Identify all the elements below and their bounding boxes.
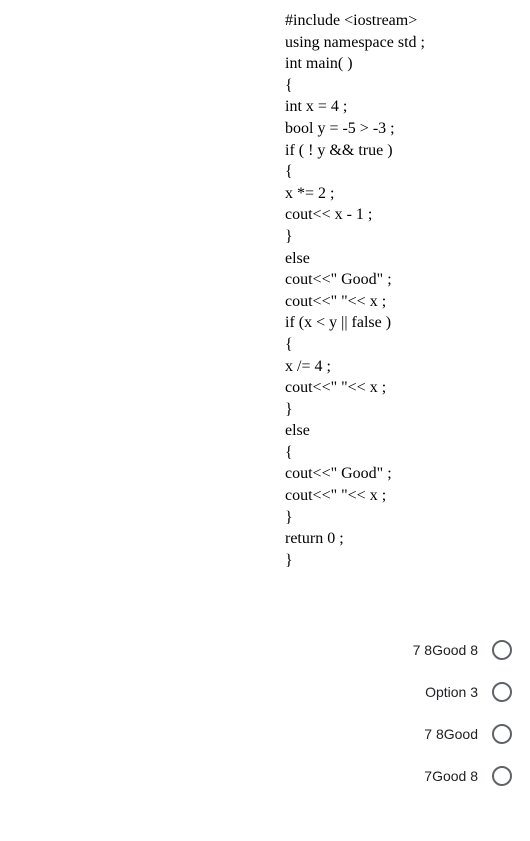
code-line: return 0 ;	[285, 530, 344, 547]
code-line: #include <iostream>	[285, 12, 417, 29]
code-line: else	[285, 422, 310, 439]
radio-icon[interactable]	[492, 682, 512, 702]
option-row[interactable]: 7 8Good 8	[413, 640, 512, 660]
code-line: }	[285, 552, 293, 569]
code-line: int main( )	[285, 55, 353, 72]
option-label: 7 8Good	[424, 726, 478, 742]
code-line: }	[285, 509, 293, 526]
option-label: 7Good 8	[424, 768, 478, 784]
code-line: if (x < y || false )	[285, 314, 391, 331]
code-line: int x = 4 ;	[285, 98, 347, 115]
code-line: cout<<" "<< x ;	[285, 487, 386, 504]
radio-icon[interactable]	[492, 724, 512, 744]
code-line: if ( ! y && true )	[285, 142, 393, 159]
code-line: using namespace std ;	[285, 34, 425, 51]
code-line: x *= 2 ;	[285, 185, 334, 202]
code-line: x /= 4 ;	[285, 358, 331, 375]
code-line: bool y = -5 > -3 ;	[285, 120, 395, 137]
code-line: {	[285, 444, 293, 461]
option-label: 7 8Good 8	[413, 642, 478, 658]
code-line: cout<<" Good" ;	[285, 465, 392, 482]
code-block: #include <iostream> using namespace std …	[285, 10, 425, 571]
option-row[interactable]: Option 3	[425, 682, 512, 702]
code-line: cout<<" "<< x ;	[285, 293, 386, 310]
option-row[interactable]: 7Good 8	[424, 766, 512, 786]
code-line: cout<<" "<< x ;	[285, 379, 386, 396]
answer-options: 7 8Good 8 Option 3 7 8Good 7Good 8	[413, 640, 512, 786]
code-line: {	[285, 336, 293, 353]
code-line: cout<< x - 1 ;	[285, 206, 372, 223]
code-line: }	[285, 228, 293, 245]
code-line: }	[285, 401, 293, 418]
code-line: {	[285, 163, 293, 180]
radio-icon[interactable]	[492, 640, 512, 660]
option-label: Option 3	[425, 684, 478, 700]
code-line: {	[285, 77, 293, 94]
radio-icon[interactable]	[492, 766, 512, 786]
code-line: else	[285, 250, 310, 267]
code-line: cout<<" Good" ;	[285, 271, 392, 288]
option-row[interactable]: 7 8Good	[424, 724, 512, 744]
